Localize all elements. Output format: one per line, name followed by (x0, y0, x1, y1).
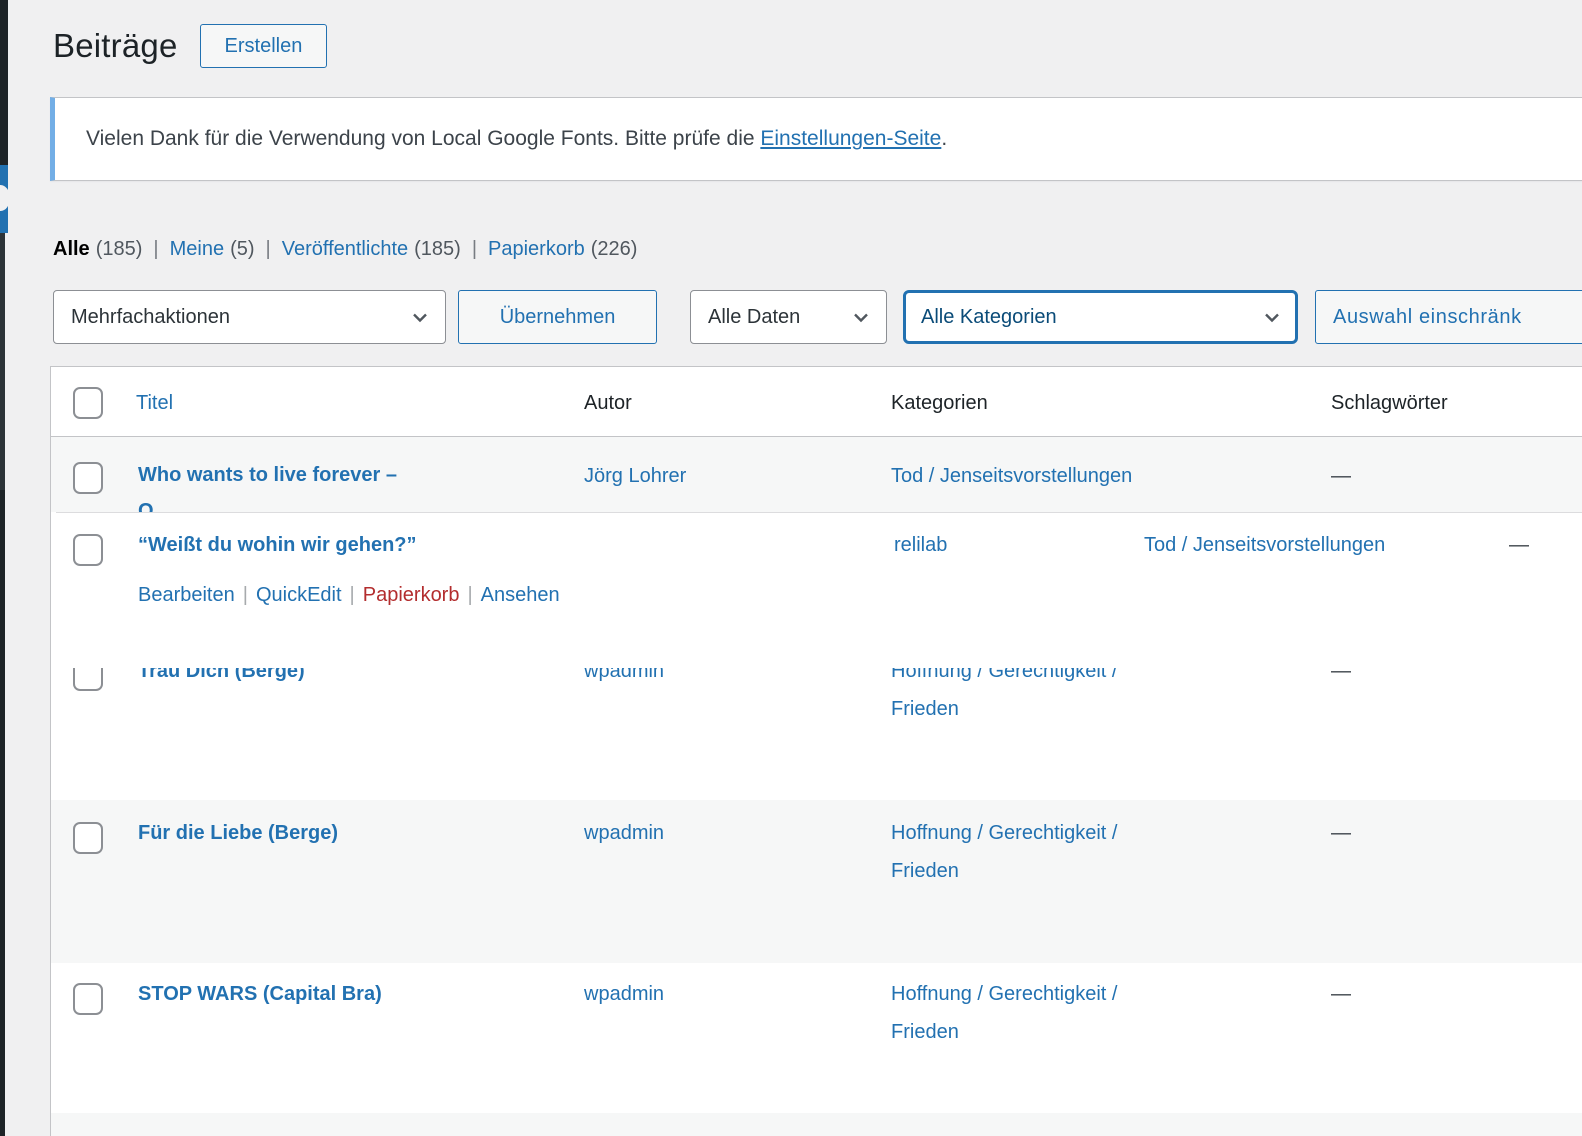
category-filter-select[interactable]: Alle Kategorien (903, 290, 1298, 344)
view-mine-link[interactable]: Meine (170, 238, 224, 260)
post-tags-empty: — (1509, 527, 1529, 563)
view-mine-count: (5) (230, 238, 254, 260)
post-categories-link[interactable]: Tod / Jenseitsvorstellungen (1144, 527, 1385, 563)
bulk-actions-select[interactable]: Mehrfachaktionen (53, 290, 446, 344)
post-categories: Hoffnung / Gerechtigkeit / Frieden (891, 975, 1117, 1051)
post-author-link[interactable]: wpadmin (584, 975, 664, 1013)
wordpress-posts-admin-page: Beiträge Erstellen Vielen Dank für die V… (0, 0, 1582, 1136)
post-categories-link[interactable]: Frieden (891, 698, 959, 720)
post-tags-empty: — (1331, 975, 1351, 1013)
post-author-link[interactable]: Jörg Lohrer (584, 458, 686, 494)
view-published-count: (185) (414, 238, 461, 260)
table-row-partial (51, 1113, 1582, 1136)
apply-button[interactable]: Übernehmen (458, 290, 657, 344)
view-trash: Papierkorb (226) (488, 238, 637, 261)
notice-text-after: . (941, 127, 947, 150)
add-new-post-button[interactable]: Erstellen (200, 24, 328, 68)
post-title-link[interactable]: STOP WARS (Capital Bra) (138, 975, 382, 1013)
table-row-floating: “Weißt du wohin wir gehen?” relilab Tod … (56, 512, 1582, 668)
action-separator: | (467, 584, 472, 606)
admin-menu-collapsed-edge-middle (0, 233, 5, 490)
select-row-checkbox[interactable] (73, 983, 103, 1015)
bulk-actions-value: Mehrfachaktionen (71, 306, 230, 329)
view-published-link[interactable]: Veröffentlichte (282, 238, 408, 260)
view-all-count: (185) (96, 238, 143, 260)
post-categories-link[interactable]: Hoffnung / Gerechtigkeit / (891, 983, 1117, 1005)
action-separator: | (243, 584, 248, 606)
post-status-views: Alle (185) | Meine (5) | Veröffentlichte (185… (53, 238, 637, 261)
column-header-title[interactable]: Titel (136, 384, 173, 422)
table-row: Für die Liebe (Berge) wpadmin Hoffnung /… (51, 800, 1582, 963)
view-published: Veröffentlichte (185) | (282, 238, 488, 261)
column-header-author: Autor (584, 384, 632, 422)
post-tags-empty: — (1331, 458, 1351, 494)
select-row-checkbox[interactable] (73, 462, 103, 494)
post-categories: Hoffnung / Gerechtigkeit / Frieden (891, 814, 1117, 890)
select-all-checkbox[interactable] (73, 387, 103, 419)
view-all: Alle (185) | (53, 238, 170, 261)
chevron-down-icon (1260, 305, 1284, 329)
view-action-link[interactable]: Ansehen (481, 584, 560, 606)
quick-edit-action-link[interactable]: QuickEdit (256, 584, 342, 606)
notice-banner: Vielen Dank für die Verwendung von Local… (50, 97, 1582, 181)
filter-button[interactable]: Auswahl einschränk (1315, 290, 1582, 344)
post-categories-link[interactable]: Frieden (891, 1021, 959, 1043)
view-trash-count: (226) (591, 238, 638, 260)
table-row: STOP WARS (Capital Bra) wpadmin Hoffnung… (51, 963, 1582, 1113)
select-row-checkbox[interactable] (73, 822, 103, 854)
table-header-row: Titel Autor Kategorien Schlagwörter (51, 366, 1582, 437)
view-trash-link[interactable]: Papierkorb (488, 238, 585, 260)
row-actions: Bearbeiten | QuickEdit | Papierkorb | Ansehen (138, 577, 560, 613)
notice-text: Vielen Dank für die Verwendung von Local… (86, 127, 947, 151)
posts-table: Titel Autor Kategorien Schlagwörter Who … (50, 366, 1582, 1136)
post-title-link[interactable]: Für die Liebe (Berge) (138, 814, 338, 852)
date-filter-select[interactable]: Alle Daten (690, 290, 887, 344)
chevron-down-icon (408, 305, 432, 329)
category-filter-value: Alle Kategorien (921, 306, 1057, 329)
post-author-link[interactable]: relilab (894, 527, 947, 563)
post-author-link[interactable]: wpadmin (584, 814, 664, 852)
view-separator: | (153, 238, 158, 260)
post-title-link[interactable]: “Weißt du wohin wir gehen?” (138, 527, 417, 563)
column-header-categories: Kategorien (891, 384, 988, 422)
view-separator: | (472, 238, 477, 260)
select-row-checkbox[interactable] (73, 534, 103, 566)
table-row: Who wants to live forever – Q Jörg Lohre… (51, 437, 1582, 512)
post-title-link[interactable]: Who wants to live forever – (138, 457, 397, 493)
admin-menu-arrow-notch (0, 185, 10, 211)
view-separator: | (266, 238, 271, 260)
page-title: Beiträge (53, 27, 178, 65)
edit-action-link[interactable]: Bearbeiten (138, 584, 235, 606)
view-all-link[interactable]: Alle (53, 238, 90, 260)
date-filter-value: Alle Daten (708, 306, 800, 329)
notice-text-before: Vielen Dank für die Verwendung von Local… (86, 127, 760, 150)
trash-action-link[interactable]: Papierkorb (363, 584, 460, 606)
action-separator: | (350, 584, 355, 606)
page-header: Beiträge Erstellen (53, 24, 327, 68)
post-categories-link[interactable]: Hoffnung / Gerechtigkeit / (891, 822, 1117, 844)
column-header-tags: Schlagwörter (1331, 384, 1448, 422)
view-mine: Meine (5) | (170, 238, 282, 261)
chevron-down-icon (849, 305, 873, 329)
post-categories-link[interactable]: Frieden (891, 860, 959, 882)
post-categories-link[interactable]: Tod / Jenseitsvorstellungen (891, 458, 1132, 494)
admin-menu-collapsed-edge-bottom (0, 490, 5, 1136)
admin-menu-collapsed-edge (0, 0, 8, 165)
post-tags-empty: — (1331, 814, 1351, 852)
settings-page-link[interactable]: Einstellungen-Seite (760, 127, 941, 150)
